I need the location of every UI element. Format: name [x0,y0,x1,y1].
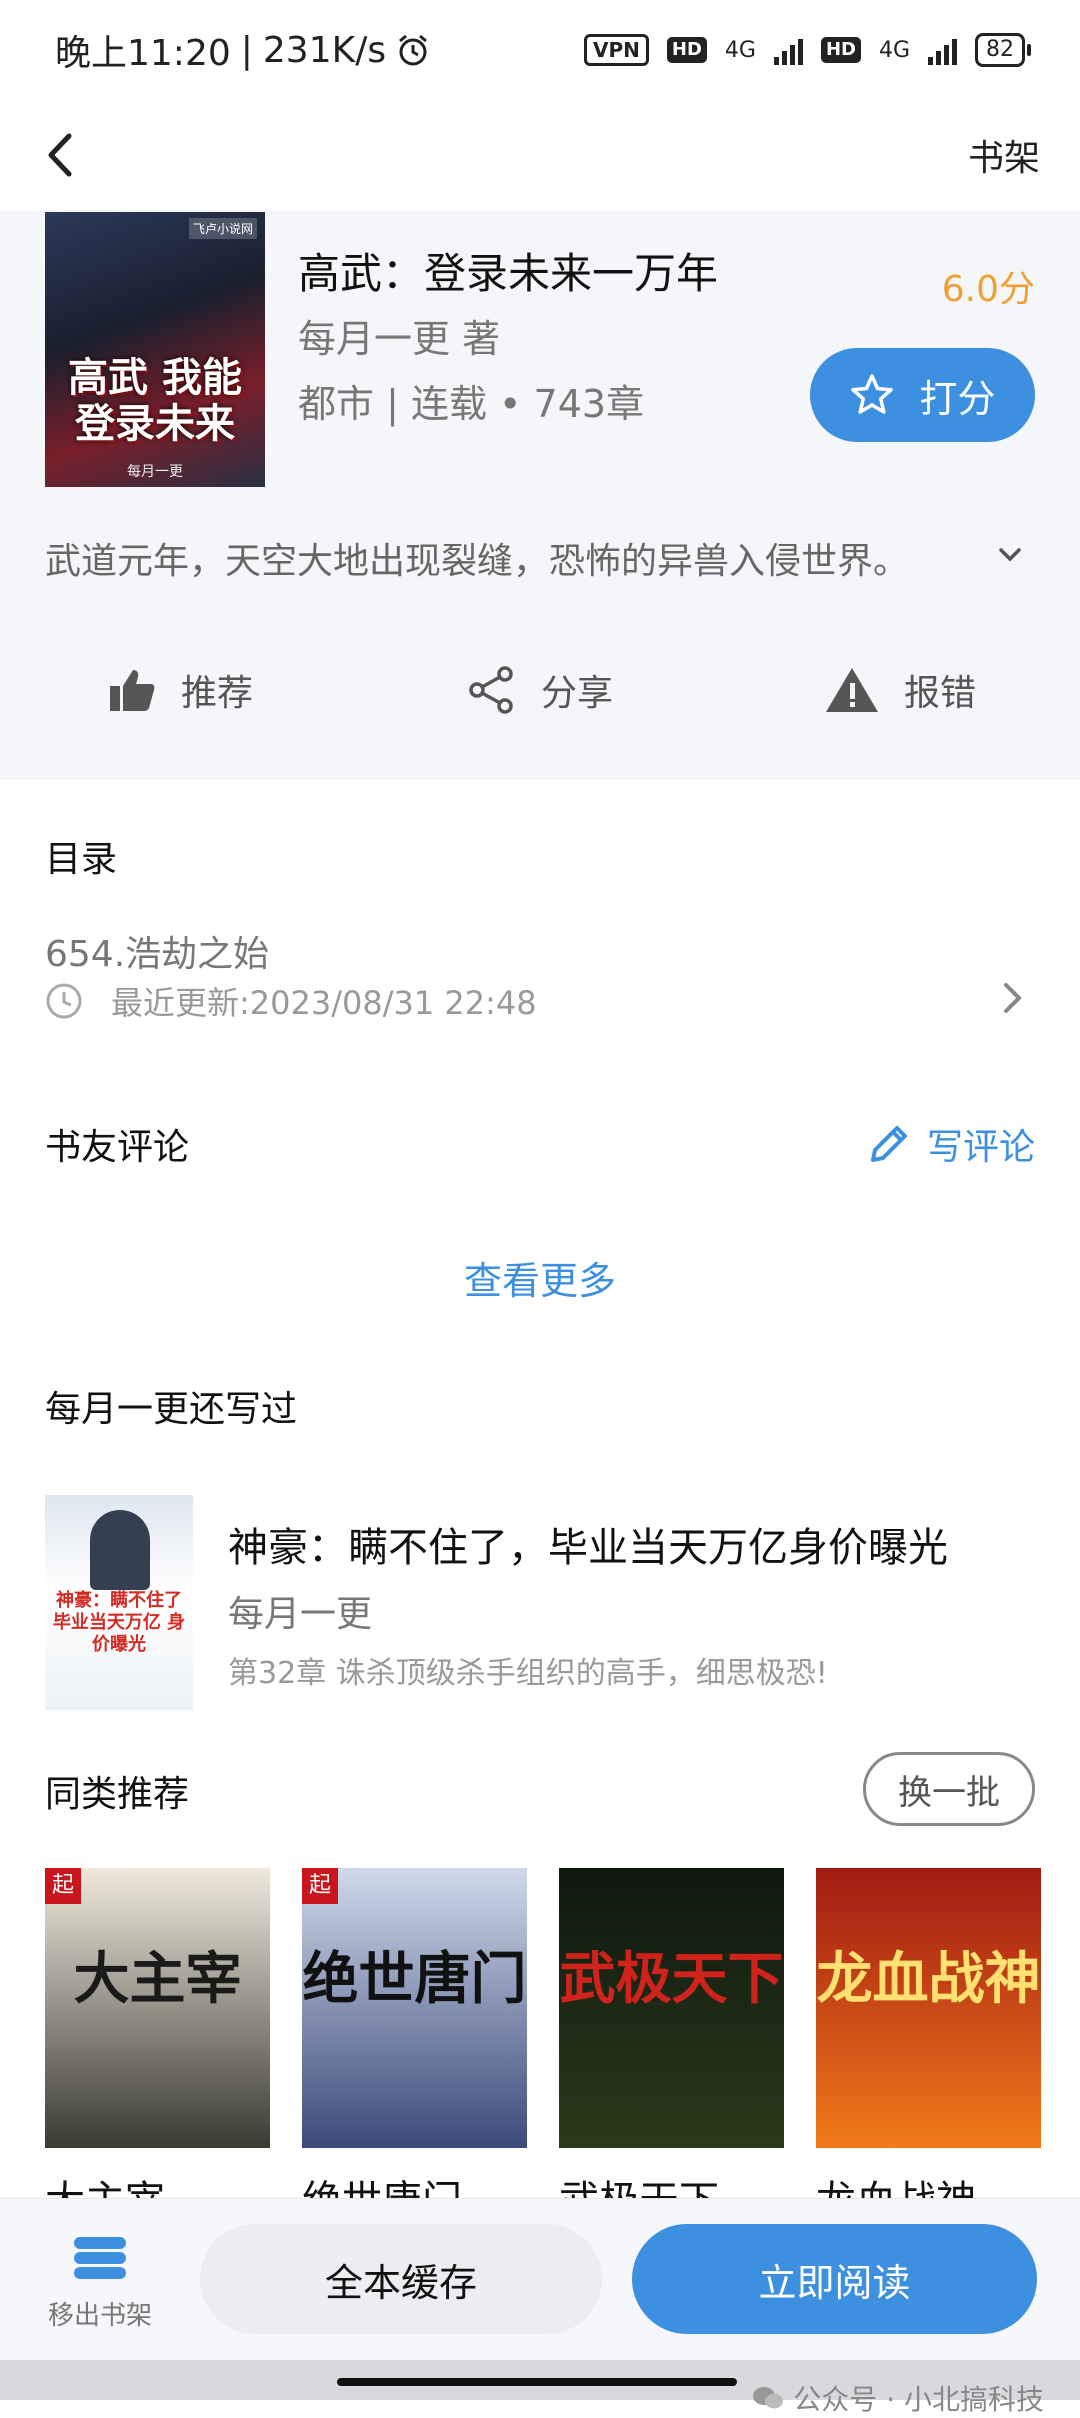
book-description[interactable]: 武道元年，天空大地出现裂缝，恐怖的异兽入侵世界。 [45,532,985,584]
similar-book-cover: 起 大主宰 [45,1868,270,2148]
similar-cover-title: 绝世唐门 [302,1947,527,2012]
bottom-bar: 移出书架 全本缓存 立即阅读 [0,2198,1080,2360]
alarm-icon [399,34,428,66]
book-author[interactable]: 每月一更 著 [298,308,500,363]
similar-book[interactable]: 龙血战神 龙血战神 [816,1868,1041,2226]
status-bar: 晚上11:20 | 231K/s VPN HD 4G HD 4G 82 [0,0,1080,100]
share-label: 分享 [540,673,613,714]
toc-updated-row: 最近更新:2023/08/31 22:48 [45,978,537,1024]
download-all-button[interactable]: 全本缓存 [200,2224,602,2334]
recommend-label: 推荐 [180,673,253,714]
reviews-title: 书友评论 [45,1127,190,1168]
top-nav: 书架 [0,100,1080,210]
similar-book-cover: 武极天下 [559,1868,784,2148]
other-cover-title: 神豪：瞒不住了 毕业当天万亿 身价曝光 [52,1590,186,1655]
cover-author: 每月一更 [127,464,183,480]
author-books-title: 每月一更还写过 [45,1389,298,1430]
share-icon [469,666,513,714]
other-book-chapter: 第32章 诛杀顶级杀手组织的高手，细思极恐! [228,1656,828,1691]
other-book-author: 每月一更 [228,1594,373,1635]
signal-icon [928,35,957,65]
report-label: 报错 [903,673,976,714]
other-book-cover[interactable]: 神豪：瞒不住了 毕业当天万亿 身价曝光 [45,1495,193,1710]
book-meta: 都市 | 连载 • 743章 [298,382,645,426]
share-button[interactable]: 分享 [360,635,720,745]
watermark-text: 公众号 · 小北搞科技 [793,2383,1044,2416]
recommend-button[interactable]: 推荐 [0,635,360,745]
rate-label: 打分 [919,376,996,421]
status-time: 晚上11:20 [55,33,231,74]
remove-from-shelf-button[interactable]: 移出书架 [40,2235,160,2332]
cover-title: 高武 我能登录未来 [68,355,242,447]
status-divider: | [240,29,253,71]
warning-icon [825,668,878,712]
similar-book-cover: 起 绝世唐门 [302,1868,527,2148]
hd-badge-1: HD [666,37,707,63]
similar-cover-title: 龙血战神 [816,1947,1041,2012]
similar-book[interactable]: 起 绝世唐门 绝世唐门 [302,1868,527,2226]
cover-figure [90,1510,150,1590]
clock-icon [46,983,82,1019]
similar-book[interactable]: 武极天下 武极天下 [559,1868,784,2226]
battery-icon: 82 [975,33,1031,67]
hd-badge-2: HD [820,37,861,63]
similar-title: 同类推荐 [45,1774,190,1815]
similar-cover-title: 武极天下 [559,1947,784,2012]
qidian-badge: 起 [45,1868,81,1904]
toc-title: 目录 [45,839,118,880]
qidian-badge: 起 [302,1868,338,1904]
other-book-title[interactable]: 神豪：瞒不住了，毕业当天万亿身价曝光 [228,1515,948,1573]
toc-latest-chapter[interactable]: 654.浩劫之始 [45,925,269,977]
book-header: 飞卢小说网 高武 我能登录未来 每月一更 高武：登录未来一万年 6.0分 每月一… [0,210,1080,780]
signal-icon [773,35,803,65]
thumbs-up-icon [109,670,155,711]
network-label-2: 4G [878,37,910,63]
read-now-button[interactable]: 立即阅读 [632,2224,1037,2334]
status-left: 晚上11:20 | 231K/s [55,24,430,76]
similar-cover-title: 大主宰 [73,1947,242,2012]
wechat-icon [753,2387,784,2409]
book-rating: 6.0分 [941,269,1035,310]
refresh-button[interactable]: 换一批 [863,1752,1035,1826]
write-review-label: 写评论 [926,1127,1035,1168]
bookshelf-link[interactable]: 书架 [968,129,1040,181]
remove-from-shelf-label: 移出书架 [47,2301,152,2331]
vpn-badge: VPN [584,34,649,66]
chevron-right-icon[interactable] [1001,980,1025,1016]
bookshelf-icon [74,2237,126,2279]
watermark: 公众号 · 小北搞科技 [751,2378,1044,2418]
chevron-down-icon[interactable] [995,540,1025,570]
action-row: 推荐 分享 报错 [0,635,1080,745]
back-icon[interactable] [45,125,85,185]
similar-book-cover: 龙血战神 [816,1868,1041,2148]
similar-book[interactable]: 起 大主宰 大主宰 [45,1868,270,2226]
cover-badge: 飞卢小说网 [188,218,257,239]
network-label-1: 4G [724,37,756,63]
status-right: VPN HD 4G HD 4G 82 [584,33,1031,67]
write-review-button[interactable]: 写评论 [865,1118,1035,1170]
home-pill[interactable] [337,2378,737,2386]
status-speed: 231K/s [262,29,387,71]
see-more-link[interactable]: 查看更多 [0,1250,1080,1305]
rate-button[interactable]: 打分 [810,348,1035,442]
pencil-icon [870,1126,907,1162]
book-title: 高武：登录未来一万年 [298,249,719,298]
toc-updated-text: 最近更新:2023/08/31 22:48 [111,984,537,1022]
report-error-button[interactable]: 报错 [720,635,1080,745]
star-icon [851,374,894,414]
book-cover[interactable]: 飞卢小说网 高武 我能登录未来 每月一更 [45,212,265,487]
similar-books-row: 起 大主宰 大主宰 起 绝世唐门 绝世唐门 武极天下 武极天下 龙血战神 龙血战… [45,1868,1041,2226]
